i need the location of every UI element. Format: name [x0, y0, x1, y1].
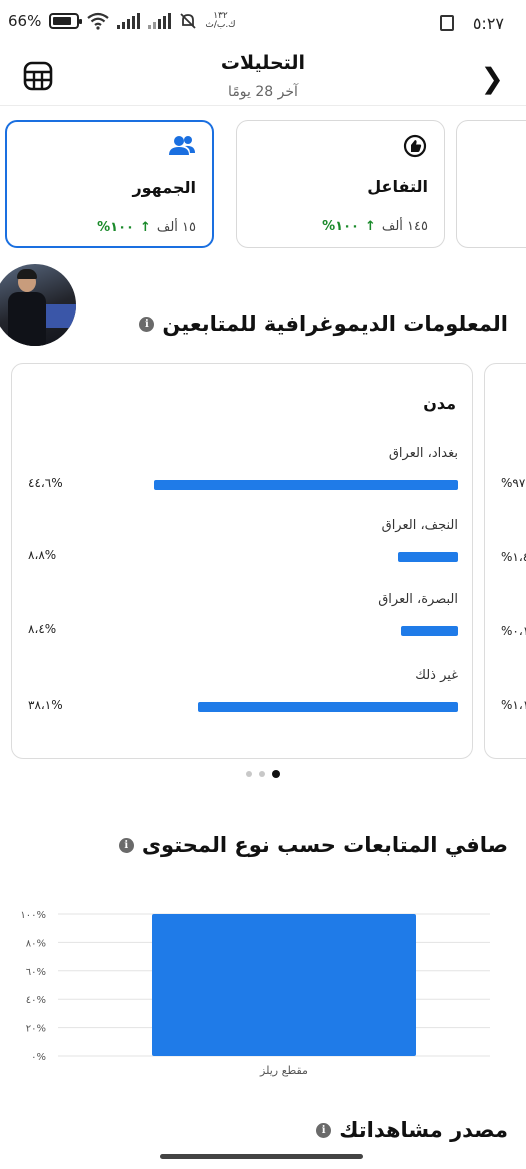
city-row: غير ذلك %٣٨،١ — [12, 668, 474, 728]
status-bar: ٥:٢٧ 66% ١٣٢ ك.ب/ث — [0, 0, 526, 48]
views-source-title-text: مصدر مشاهداتك — [339, 1118, 508, 1142]
mute-bell-icon — [180, 13, 196, 29]
peek-percent: %١،٤ — [501, 550, 526, 564]
city-label: النجف، العراق — [381, 518, 458, 533]
chart-x-tick-label: مقطع ريلز — [259, 1064, 308, 1077]
chart-bar — [152, 914, 416, 1056]
city-bar — [401, 626, 458, 636]
page-title: التحليلات — [220, 52, 306, 74]
pagination-dot-active[interactable] — [272, 770, 280, 778]
net-follows-chart-svg: ٠% ٢٠% ٤٠% ٦٠% ٨٠% ١٠٠% مقطع ريلز — [20, 910, 490, 1077]
engagement-icon — [403, 134, 427, 158]
status-time: ٥:٢٧ — [472, 14, 504, 33]
city-label: بغداد، العراق — [388, 446, 458, 461]
city-label: البصرة، العراق — [378, 592, 458, 607]
chart-y-tick-label: ٠% — [31, 1052, 46, 1063]
chart-y-tick-label: ٨٠% — [26, 938, 46, 949]
screen-record-icon — [440, 15, 454, 31]
city-row: البصرة، العراق %٨،٤ — [12, 592, 474, 652]
metric-card-engagement[interactable]: التفاعل ١٤٥ ألف ↑ ١٠٠% — [236, 120, 445, 248]
app-header: التحليلات آخر 28 يومًا ❯ — [0, 48, 526, 106]
network-speed-unit: ك.ب/ث — [205, 20, 236, 30]
info-icon[interactable]: i — [118, 837, 134, 853]
chart-y-tick-label: ٤٠% — [26, 995, 46, 1006]
metric-card-partial[interactable] — [456, 120, 526, 248]
peek-percent: %٠،١ — [501, 624, 526, 638]
city-row: بغداد، العراق %٤٤،٦ — [12, 446, 474, 506]
metric-card-value: ١٤٥ ألف — [381, 219, 428, 234]
arrow-up-icon: ↑ — [364, 219, 376, 234]
metric-card-meta: ١٥ ألف ↑ ١٠٠% — [97, 220, 196, 235]
metric-card-meta: ١٤٥ ألف ↑ ١٠٠% — [322, 219, 428, 234]
pagination-dot[interactable] — [246, 771, 252, 777]
info-icon[interactable]: i — [139, 316, 155, 332]
pagination-dot[interactable] — [259, 771, 265, 777]
demographics-section-title: المعلومات الديموغرافية للمتابعين i — [139, 312, 508, 336]
carousel-pagination[interactable] — [0, 770, 526, 778]
date-range-subtitle[interactable]: آخر 28 يومًا — [0, 84, 526, 100]
city-row: النجف، العراق %٨،٨ — [12, 518, 474, 578]
cities-card: مدن بغداد، العراق %٤٤،٦ النجف، العراق %٨… — [11, 363, 473, 759]
signal-icon — [117, 13, 141, 29]
wifi-icon — [87, 12, 110, 30]
city-percent: %٨،٤ — [28, 622, 57, 636]
avatar-hair — [17, 269, 37, 279]
views-source-section-title: مصدر مشاهداتك i — [316, 1118, 508, 1142]
net-follows-title-text: صافي المتابعات حسب نوع المحتوى — [141, 833, 508, 857]
network-speed: ١٣٢ ك.ب/ث — [205, 12, 235, 30]
arrow-up-icon: ↑ — [139, 220, 151, 235]
city-label: غير ذلك — [415, 668, 458, 683]
chart-y-tick-label: ٦٠% — [26, 967, 46, 978]
audience-icon — [169, 136, 195, 155]
city-bar — [198, 702, 458, 712]
net-follows-chart: ٠% ٢٠% ٤٠% ٦٠% ٨٠% ١٠٠% مقطع ريلز — [0, 900, 526, 1090]
next-demographics-card[interactable]: %٩٧ %١،٤ %٠،١ %١،١ — [484, 363, 526, 759]
info-icon[interactable]: i — [316, 1122, 332, 1138]
table-icon[interactable] — [22, 60, 54, 92]
city-bar — [154, 480, 458, 490]
metric-card-change: ١٠٠% — [97, 220, 134, 235]
city-percent: %٤٤،٦ — [28, 476, 63, 490]
metric-card-title: الجمهور — [132, 178, 196, 197]
metric-card-title: التفاعل — [367, 177, 428, 196]
net-follows-section-title: صافي المتابعات حسب نوع المحتوى i — [118, 833, 508, 857]
avatar-body — [8, 292, 46, 346]
city-bar — [398, 552, 458, 562]
metric-card-audience[interactable]: الجمهور ١٥ ألف ↑ ١٠٠% — [5, 120, 214, 248]
chart-y-tick-label: ٢٠% — [26, 1024, 46, 1035]
avatar[interactable] — [0, 264, 76, 346]
metric-card-change: ١٠٠% — [322, 219, 359, 234]
cities-card-title: مدن — [423, 394, 456, 413]
battery-icon — [49, 13, 83, 29]
metric-cards-carousel[interactable]: الجمهور ١٥ ألف ↑ ١٠٠% التفاعل ١٤٥ ألف ↑ … — [0, 118, 526, 250]
signal-icon-2 — [148, 13, 172, 29]
city-percent: %٨،٨ — [28, 548, 57, 562]
peek-percent: %١،١ — [501, 698, 526, 712]
battery-percent: 66% — [8, 12, 42, 30]
metric-card-value: ١٥ ألف — [156, 220, 196, 235]
chevron-right-icon[interactable]: ❯ — [481, 62, 504, 95]
chart-y-tick-label: ١٠٠% — [20, 910, 46, 921]
home-indicator[interactable] — [160, 1154, 363, 1159]
city-percent: %٣٨،١ — [28, 698, 63, 712]
demographics-title-text: المعلومات الديموغرافية للمتابعين — [162, 312, 508, 336]
status-icons: 66% ١٣٢ ك.ب/ث — [8, 12, 236, 31]
peek-percent: %٩٧ — [501, 476, 526, 490]
